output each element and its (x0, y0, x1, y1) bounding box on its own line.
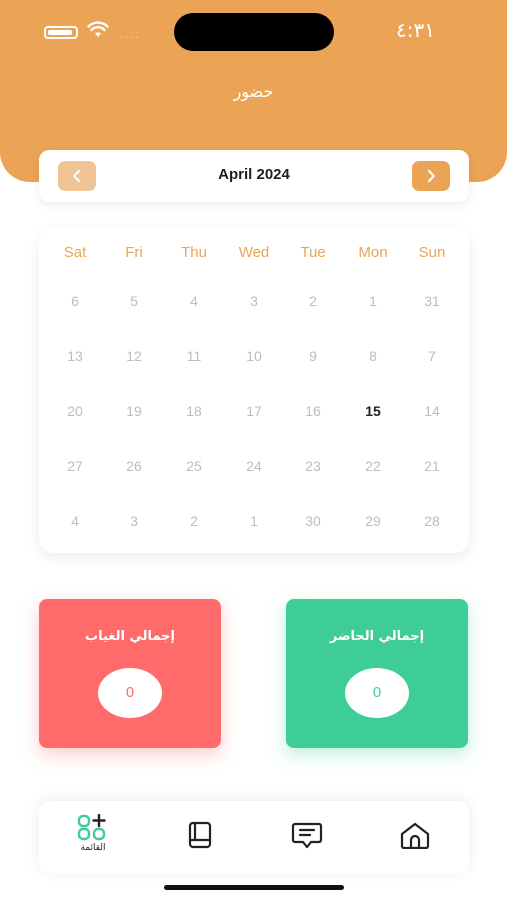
weekday-wed: Wed (238, 244, 270, 261)
calendar-day[interactable]: 22 (343, 458, 403, 474)
calendar-day[interactable]: 9 (283, 348, 343, 364)
calendar-day[interactable]: 12 (104, 348, 164, 364)
calendar-day[interactable]: 17 (224, 403, 284, 419)
status-bar: .... ٤:٣١ (0, 0, 507, 60)
nav-home-button[interactable] (385, 821, 445, 865)
signal-indicator: .... (120, 30, 141, 41)
weekday-fri: Fri (125, 244, 143, 261)
calendar-day[interactable]: 20 (45, 403, 105, 419)
grid-add-icon (77, 814, 106, 841)
calendar-day[interactable]: 6 (45, 293, 105, 309)
calendar-day[interactable]: 21 (402, 458, 462, 474)
home-indicator (164, 885, 344, 890)
calendar-day[interactable]: 11 (164, 348, 224, 364)
chevron-right-icon (428, 170, 435, 182)
home-icon (400, 822, 430, 849)
calendar-day[interactable]: 28 (402, 513, 462, 529)
calendar-day[interactable]: 14 (402, 403, 462, 419)
book-icon (188, 821, 212, 849)
weekday-mon: Mon (358, 244, 388, 261)
weekday-thu: Thu (181, 244, 207, 261)
total-absence-card: إجمالي الغياب 0 (39, 599, 221, 748)
page-title: حضور (233, 82, 274, 101)
calendar-day[interactable]: 4 (164, 293, 224, 309)
calendar-day[interactable]: 3 (104, 513, 164, 529)
calendar-day[interactable]: 5 (104, 293, 164, 309)
chat-icon (291, 822, 323, 849)
calendar-day[interactable]: 10 (224, 348, 284, 364)
next-month-button[interactable] (412, 161, 450, 191)
nav-menu-label: القائمة (80, 843, 106, 853)
calendar-day[interactable]: 2 (283, 293, 343, 309)
total-present-value: 0 (345, 668, 409, 718)
calendar-day[interactable]: 25 (164, 458, 224, 474)
weekday-sat: Sat (63, 244, 87, 261)
calendar-day-today[interactable]: 15 (343, 403, 403, 419)
calendar-day[interactable]: 1 (224, 513, 284, 529)
calendar-day[interactable]: 23 (283, 458, 343, 474)
calendar-day[interactable]: 7 (402, 348, 462, 364)
month-label: April 2024 (218, 166, 290, 183)
calendar-day[interactable]: 1 (343, 293, 403, 309)
battery-icon (44, 26, 78, 39)
dynamic-island (174, 13, 334, 51)
calendar-day[interactable]: 18 (164, 403, 224, 419)
nav-book-button[interactable] (170, 821, 230, 865)
nav-messages-button[interactable] (277, 821, 337, 865)
calendar-grid: Sat Fri Thu Wed Tue Mon Sun 6 5 4 3 2 1 … (39, 228, 469, 553)
wifi-icon (87, 21, 109, 37)
status-time: ٤:٣١ (396, 18, 435, 42)
calendar-day[interactable]: 26 (104, 458, 164, 474)
calendar-day[interactable]: 19 (104, 403, 164, 419)
calendar-day[interactable]: 3 (224, 293, 284, 309)
calendar-day[interactable]: 8 (343, 348, 403, 364)
nav-menu-button[interactable]: القائمة (63, 814, 123, 858)
weekday-sun: Sun (418, 244, 446, 261)
weekday-tue: Tue (300, 244, 326, 261)
calendar-day[interactable]: 29 (343, 513, 403, 529)
calendar-day[interactable]: 4 (45, 513, 105, 529)
total-present-label: إجمالي الحاضر (329, 629, 425, 644)
month-selector: April 2024 (39, 150, 469, 202)
calendar-day[interactable]: 30 (283, 513, 343, 529)
calendar-day[interactable]: 16 (283, 403, 343, 419)
total-absence-value: 0 (98, 668, 162, 718)
total-present-card: إجمالي الحاضر 0 (286, 599, 468, 748)
calendar-day[interactable]: 2 (164, 513, 224, 529)
total-absence-label: إجمالي الغياب (85, 629, 175, 644)
calendar-day[interactable]: 13 (45, 348, 105, 364)
bottom-navigation: القائمة (39, 801, 469, 873)
calendar-day[interactable]: 24 (224, 458, 284, 474)
calendar-day[interactable]: 27 (45, 458, 105, 474)
calendar-day[interactable]: 31 (402, 293, 462, 309)
